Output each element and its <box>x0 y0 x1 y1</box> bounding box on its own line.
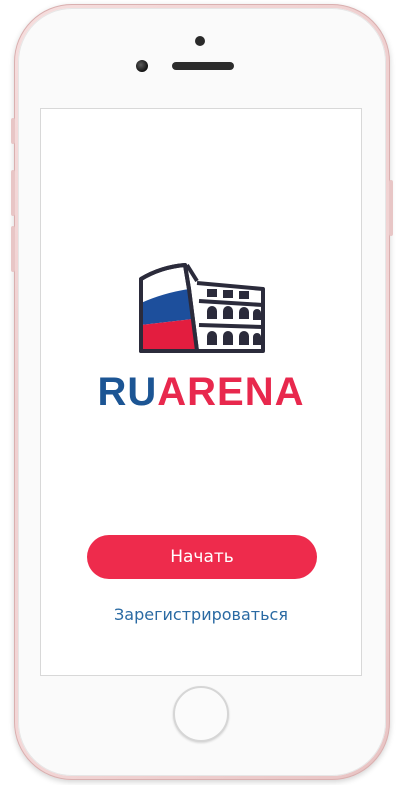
volume-up-button <box>11 170 15 216</box>
home-button <box>173 686 229 742</box>
start-button[interactable]: Начать <box>87 535 317 579</box>
start-button-label: Начать <box>170 547 234 567</box>
brand-part-ru: RU <box>97 370 158 414</box>
front-camera <box>136 60 148 72</box>
brand-part-arena: ARENA <box>157 370 305 414</box>
app-screen: RUARENA Начать Зарегистрироваться <box>40 108 362 676</box>
silent-switch <box>11 118 15 144</box>
register-link[interactable]: Зарегистрироваться <box>41 605 361 624</box>
volume-down-button <box>11 226 15 272</box>
brand-wordmark: RUARENA <box>41 369 361 415</box>
earpiece-speaker <box>172 62 234 70</box>
power-button <box>389 180 393 236</box>
proximity-sensor <box>195 36 205 46</box>
colosseum-russian-flag-icon <box>137 259 267 359</box>
